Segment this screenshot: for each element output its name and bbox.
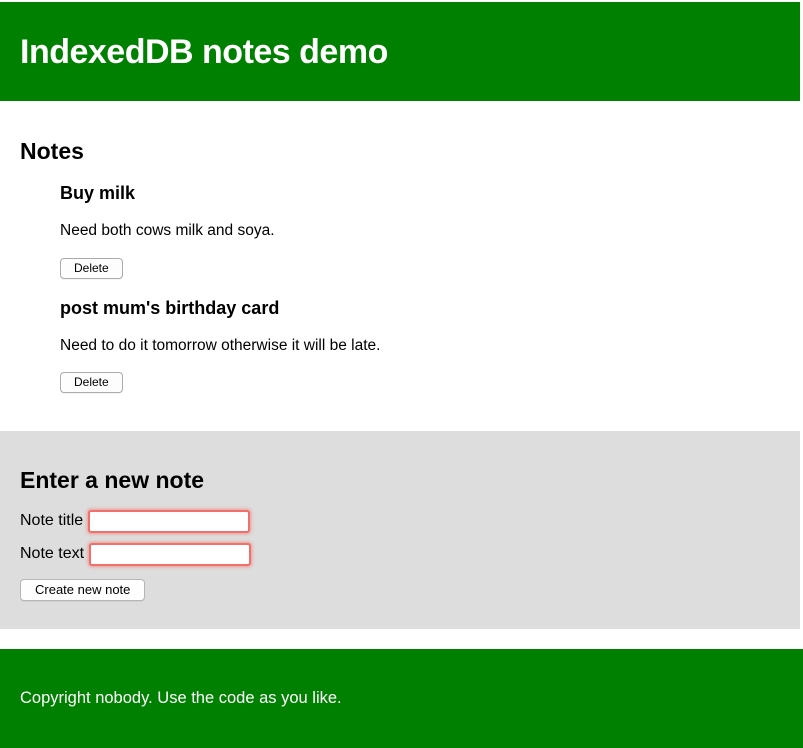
new-note-form: Note title Note text Create new note <box>20 510 780 601</box>
note-title-label: Note title <box>20 512 83 530</box>
note-title-input[interactable] <box>88 510 250 533</box>
app-footer: Copyright nobody. Use the code as you li… <box>0 649 803 748</box>
note-body: Need to do it tomorrow otherwise it will… <box>60 337 780 355</box>
note-text-row: Note text <box>20 543 780 566</box>
note-item: post mum's birthday card Need to do it t… <box>60 298 780 394</box>
app-header: IndexedDB notes demo <box>0 2 800 101</box>
create-note-button[interactable]: Create new note <box>20 579 145 601</box>
notes-heading: Notes <box>20 101 780 164</box>
new-note-heading: Enter a new note <box>20 467 780 493</box>
note-text-input[interactable] <box>89 543 251 566</box>
note-title: post mum's birthday card <box>60 298 780 319</box>
page: IndexedDB notes demo Notes Buy milk Need… <box>0 2 800 629</box>
delete-note-button[interactable]: Delete <box>60 372 123 393</box>
notes-section: Notes Buy milk Need both cows milk and s… <box>0 101 800 393</box>
note-title-row: Note title <box>20 510 780 533</box>
copyright-text: Copyright nobody. Use the code as you li… <box>20 689 783 708</box>
note-item: Buy milk Need both cows milk and soya. D… <box>60 183 780 279</box>
delete-note-button[interactable]: Delete <box>60 258 123 279</box>
notes-list: Buy milk Need both cows milk and soya. D… <box>20 183 780 393</box>
note-text-label: Note text <box>20 545 84 563</box>
page-title: IndexedDB notes demo <box>20 35 780 69</box>
note-title: Buy milk <box>60 183 780 204</box>
note-body: Need both cows milk and soya. <box>60 222 780 240</box>
new-note-form-section: Enter a new note Note title Note text Cr… <box>0 431 800 628</box>
